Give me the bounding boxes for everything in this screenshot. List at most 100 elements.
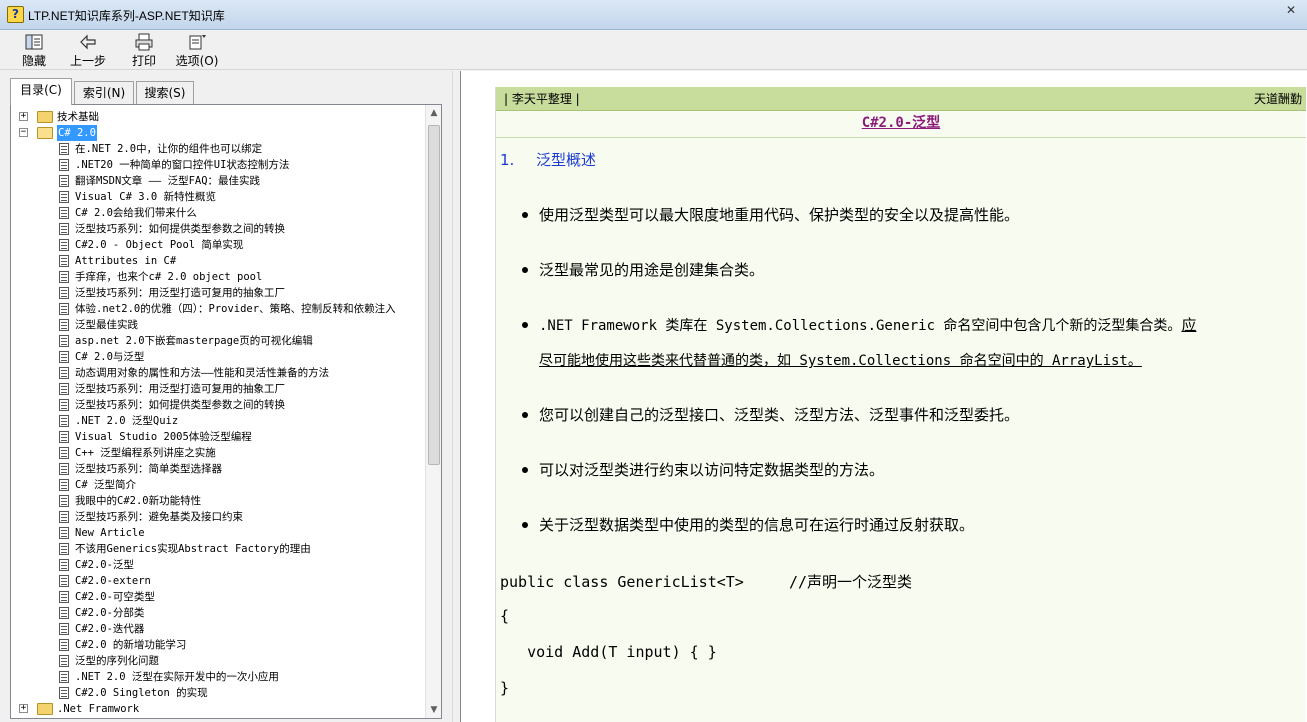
tree-topic-label[interactable]: New Article	[75, 525, 145, 541]
tree-folder-node[interactable]: + .Net Framwork	[11, 701, 427, 717]
tree-topic-label[interactable]: .NET 2.0 泛型Quiz	[75, 413, 178, 429]
list-item: .NET Framework 类库在 System.Collections.Ge…	[522, 307, 1302, 379]
tree-topic-node[interactable]: 手痒痒，也来个c# 2.0 object pool	[11, 269, 427, 285]
tree-topic-label[interactable]: C#2.0 - Object Pool 简单实现	[75, 237, 243, 253]
tree-topic-node[interactable]: C#2.0-泛型	[11, 557, 427, 573]
scroll-down-icon[interactable]: ▼	[426, 702, 441, 718]
tree-topic-node[interactable]: .NET 2.0 泛型在实际开发中的一次小应用	[11, 669, 427, 685]
tree-topic-node[interactable]: C#2.0 Singleton 的实现	[11, 685, 427, 701]
collapse-icon[interactable]: −	[19, 128, 28, 137]
tree-topic-node[interactable]: C#2.0-extern	[11, 573, 427, 589]
tree-topic-node[interactable]: 泛型技巧系列：用泛型打造可复用的抽象工厂	[11, 285, 427, 301]
back-button[interactable]: 上一步	[66, 33, 110, 69]
tree-topic-label[interactable]: C# 2.0会给我们带来什么	[75, 205, 197, 221]
close-icon[interactable]: ✕	[1283, 3, 1299, 17]
tree-node-label[interactable]: .Net Framwork	[57, 701, 139, 717]
tree-topic-node[interactable]: 翻译MSDN文章 —— 泛型FAQ：最佳实践	[11, 173, 427, 189]
tree-topic-node[interactable]: New Article	[11, 525, 427, 541]
tree-topic-label[interactable]: 泛型技巧系列：简单类型选择器	[75, 461, 222, 477]
tree-topic-label[interactable]: C# 泛型简介	[75, 477, 136, 493]
tree-topic-label[interactable]: 翻译MSDN文章 —— 泛型FAQ：最佳实践	[75, 173, 260, 189]
document-icon	[59, 415, 69, 427]
tree-topic-label[interactable]: Attributes in C#	[75, 253, 176, 269]
expand-icon[interactable]: +	[19, 704, 28, 713]
tree-topic-label[interactable]: 泛型最佳实践	[75, 317, 138, 333]
scroll-thumb[interactable]	[428, 125, 440, 465]
tree-topic-label[interactable]: .NET 2.0 泛型在实际开发中的一次小应用	[75, 669, 279, 685]
tree-topic-label[interactable]: C#2.0 Singleton 的实现	[75, 685, 208, 701]
tree-topic-label[interactable]: 泛型技巧系列：用泛型打造可复用的抽象工厂	[75, 285, 285, 301]
tree-topic-node[interactable]: 泛型最佳实践	[11, 317, 427, 333]
tree-topic-node[interactable]: 泛型技巧系列：简单类型选择器	[11, 461, 427, 477]
tree-topic-node[interactable]: C++ 泛型编程系列讲座之实施	[11, 445, 427, 461]
tree-topic-label[interactable]: Visual Studio 2005体验泛型编程	[75, 429, 252, 445]
pane-splitter[interactable]	[452, 71, 460, 722]
document-icon	[59, 351, 69, 363]
tree-topic-label[interactable]: C#2.0-可空类型	[75, 589, 155, 605]
tree-topic-label[interactable]: C#2.0-extern	[75, 573, 151, 589]
tree-topic-label[interactable]: C++ 泛型编程系列讲座之实施	[75, 445, 216, 461]
tab-index[interactable]: 索引(N)	[74, 81, 134, 105]
tree-topic-node[interactable]: 泛型技巧系列：如何提供类型参数之间的转换	[11, 397, 427, 413]
tree-topic-node[interactable]: 动态调用对象的属性和方法——性能和灵活性兼备的方法	[11, 365, 427, 381]
bullet-link-start[interactable]: 应	[1181, 316, 1196, 334]
tree-topic-node[interactable]: C# 泛型简介	[11, 477, 427, 493]
tree-node-label[interactable]: 技术基础	[57, 109, 99, 125]
tree-topic-label[interactable]: 泛型技巧系列：避免基类及接口约束	[75, 509, 243, 525]
tree-topic-node[interactable]: Visual Studio 2005体验泛型编程	[11, 429, 427, 445]
tree-topic-label[interactable]: 动态调用对象的属性和方法——性能和灵活性兼备的方法	[75, 365, 329, 381]
tree-scrollbar[interactable]: ▲ ▼	[425, 105, 441, 718]
tree-topic-node[interactable]: C# 2.0会给我们带来什么	[11, 205, 427, 221]
tree-topic-label[interactable]: 我眼中的C#2.0新功能特性	[75, 493, 201, 509]
tree-topic-label[interactable]: 泛型技巧系列：用泛型打造可复用的抽象工厂	[75, 381, 285, 397]
tree-topic-label[interactable]: 泛型技巧系列：如何提供类型参数之间的转换	[75, 221, 285, 237]
tree-node-label[interactable]: C# 2.0	[57, 125, 97, 141]
tree-topic-node[interactable]: C#2.0-迭代器	[11, 621, 427, 637]
expand-icon[interactable]: +	[19, 112, 28, 121]
tree-topic-label[interactable]: C# 2.0与泛型	[75, 349, 144, 365]
tree-topic-label[interactable]: 泛型的序列化问题	[75, 653, 159, 669]
tree-topic-label[interactable]: C#2.0-迭代器	[75, 621, 144, 637]
tree-topic-node[interactable]: 我眼中的C#2.0新功能特性	[11, 493, 427, 509]
tree-topic-node[interactable]: asp.net 2.0下嵌套masterpage页的可视化编辑	[11, 333, 427, 349]
tree-topic-node[interactable]: 泛型的序列化问题	[11, 653, 427, 669]
tree-topic-label[interactable]: 体验.net2.0的优雅（四）：Provider、策略、控制反转和依赖注入	[75, 301, 396, 317]
tree-topic-node[interactable]: 不该用Generics实现Abstract Factory的理由	[11, 541, 427, 557]
scroll-up-icon[interactable]: ▲	[426, 105, 441, 121]
tab-contents[interactable]: 目录(C)	[10, 78, 72, 105]
bullet-dot	[522, 412, 528, 418]
tree-topic-node[interactable]: C# 2.0与泛型	[11, 349, 427, 365]
tree-topic-node[interactable]: 泛型技巧系列：避免基类及接口约束	[11, 509, 427, 525]
tree-topic-node[interactable]: 泛型技巧系列：如何提供类型参数之间的转换	[11, 221, 427, 237]
tree-topic-node[interactable]: 体验.net2.0的优雅（四）：Provider、策略、控制反转和依赖注入	[11, 301, 427, 317]
help-app-icon: ?	[7, 6, 24, 23]
tree-topic-node[interactable]: C#2.0 的新增功能学习	[11, 637, 427, 653]
document-icon	[59, 399, 69, 411]
tree-topic-node[interactable]: 在.NET 2.0中，让你的组件也可以绑定	[11, 141, 427, 157]
bullet-link-text[interactable]: 尽可能地使用这些类来代替普通的类，如 System.Collections 命名…	[539, 343, 1142, 379]
tree-topic-label[interactable]: C#2.0-泛型	[75, 557, 134, 573]
hide-button[interactable]: 隐藏	[18, 33, 50, 69]
tree-topic-label[interactable]: C#2.0-分部类	[75, 605, 144, 621]
tree-topic-node[interactable]: C#2.0-可空类型	[11, 589, 427, 605]
tree-folder-node[interactable]: − C# 2.0	[11, 125, 427, 141]
tree-topic-label[interactable]: 手痒痒，也来个c# 2.0 object pool	[75, 269, 262, 285]
tree-topic-node[interactable]: .NET 2.0 泛型Quiz	[11, 413, 427, 429]
tree-topic-node[interactable]: .NET20 一种简单的窗口控件UI状态控制方法	[11, 157, 427, 173]
tab-search[interactable]: 搜索(S)	[136, 81, 194, 105]
tree-topic-label[interactable]: asp.net 2.0下嵌套masterpage页的可视化编辑	[75, 333, 313, 349]
tree-topic-label[interactable]: .NET20 一种简单的窗口控件UI状态控制方法	[75, 157, 289, 173]
tree-topic-label[interactable]: C#2.0 的新增功能学习	[75, 637, 186, 653]
tree-topic-node[interactable]: Visual C# 3.0 新特性概览	[11, 189, 427, 205]
tree-topic-label[interactable]: 泛型技巧系列：如何提供类型参数之间的转换	[75, 397, 285, 413]
tree-topic-node[interactable]: Attributes in C#	[11, 253, 427, 269]
tree-topic-node[interactable]: 泛型技巧系列：用泛型打造可复用的抽象工厂	[11, 381, 427, 397]
print-button[interactable]: 打印	[128, 33, 160, 69]
tree-topic-label[interactable]: 不该用Generics实现Abstract Factory的理由	[75, 541, 311, 557]
tree-folder-node[interactable]: + 技术基础	[11, 109, 427, 125]
tree-topic-node[interactable]: C#2.0-分部类	[11, 605, 427, 621]
tree-topic-label[interactable]: 在.NET 2.0中，让你的组件也可以绑定	[75, 141, 262, 157]
tree-topic-label[interactable]: Visual C# 3.0 新特性概览	[75, 189, 216, 205]
tree-topic-node[interactable]: C#2.0 - Object Pool 简单实现	[11, 237, 427, 253]
options-button[interactable]: 选项(O)	[174, 33, 220, 69]
